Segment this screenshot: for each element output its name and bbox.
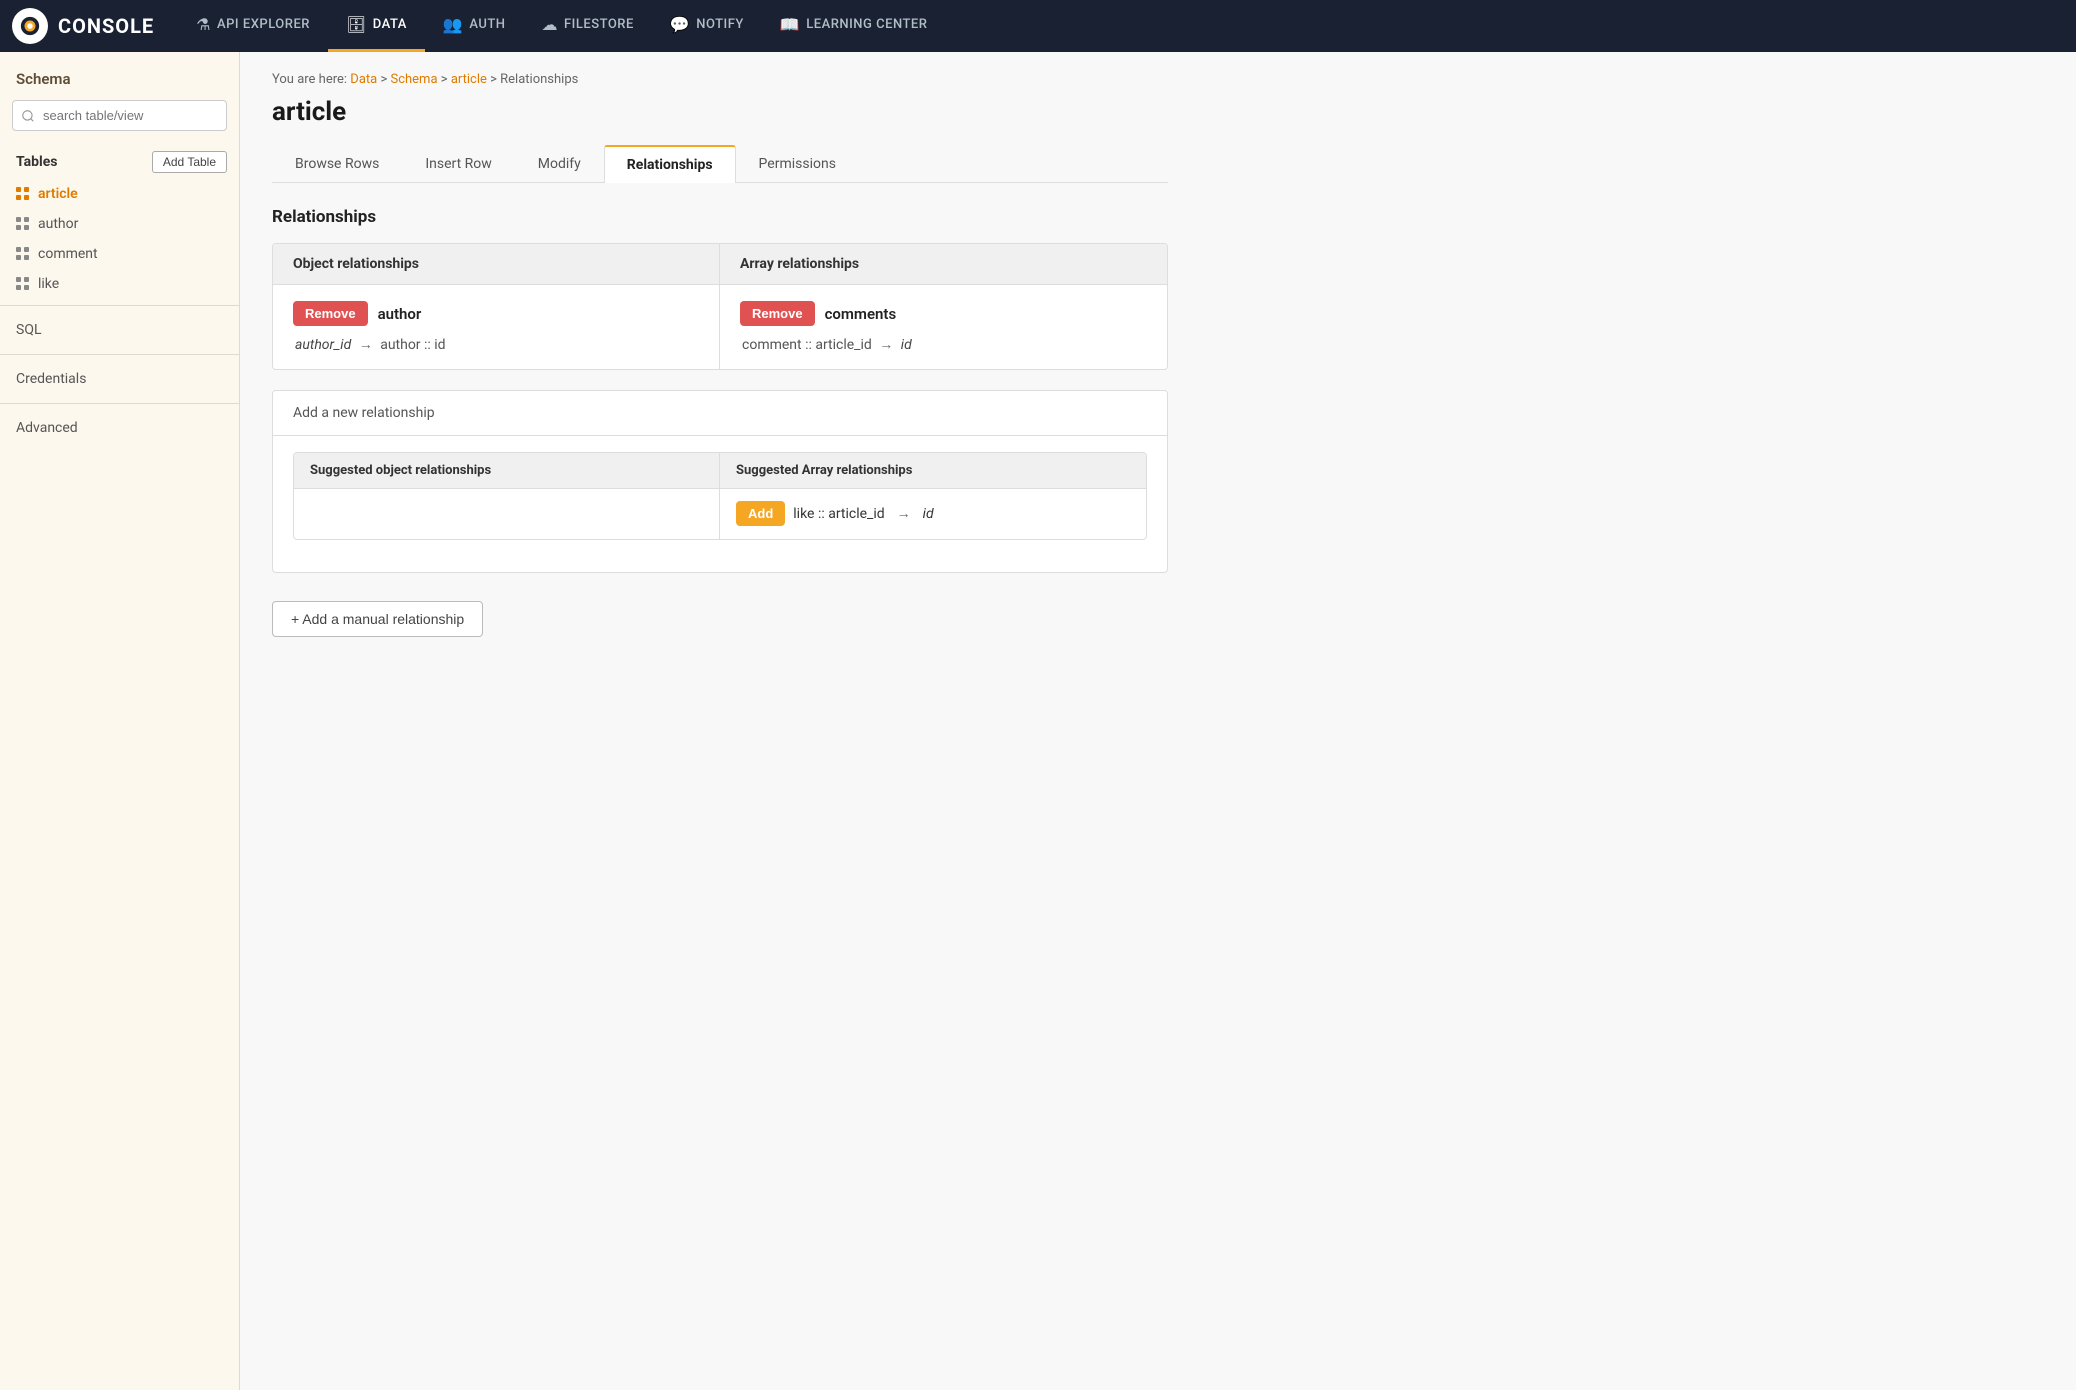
sidebar-divider-1 [0, 305, 239, 306]
breadcrumb-current: Relationships [500, 72, 578, 87]
sidebar-item-article[interactable]: article [0, 179, 239, 209]
nav-filestore[interactable]: ☁ FILESTORE [524, 0, 652, 52]
breadcrumb-schema[interactable]: Schema [390, 72, 437, 87]
relationships-section-title: Relationships [272, 207, 1168, 227]
topnav: CONSOLE ⚗ API EXPLORER 🗄 DATA 👥 AUTH ☁ F… [0, 0, 2076, 52]
learning-center-icon: 📖 [780, 15, 800, 34]
suggested-table-header: Suggested object relationships Suggested… [294, 453, 1146, 489]
object-rel-row-author: Remove author [293, 301, 699, 326]
array-rel-body: Remove comments comment :: article_id → … [720, 285, 1167, 369]
nav-data[interactable]: 🗄 DATA [328, 0, 425, 52]
add-manual-relationship-button[interactable]: + Add a manual relationship [272, 601, 483, 637]
array-rel-name-comments: comments [825, 305, 897, 323]
tab-relationships[interactable]: Relationships [604, 145, 736, 183]
topnav-items: ⚗ API EXPLORER 🗄 DATA 👥 AUTH ☁ FILESTORE… [178, 0, 945, 52]
api-explorer-icon: ⚗ [196, 15, 211, 34]
rel-table-header: Object relationships Array relationships [273, 244, 1167, 285]
relationships-table: Object relationships Array relationships… [272, 243, 1168, 370]
object-rel-name-author: author [378, 305, 422, 323]
rel-table-body: Remove author author_id → author :: id R… [273, 285, 1167, 369]
data-icon: 🗄 [346, 15, 367, 34]
logo-text: CONSOLE [58, 14, 154, 38]
suggested-object-header: Suggested object relationships [294, 453, 720, 489]
sidebar: Schema Tables Add Table article author c… [0, 52, 240, 1390]
tab-modify[interactable]: Modify [515, 145, 604, 183]
suggested-array-header: Suggested Array relationships [720, 453, 1146, 489]
main-content: You are here: Data > Schema > article > … [240, 52, 2076, 1390]
breadcrumb-article[interactable]: article [451, 72, 487, 87]
sidebar-item-advanced[interactable]: Advanced [0, 410, 239, 446]
suggested-array-body: Add like :: article_id → id [720, 489, 1146, 539]
sidebar-divider-2 [0, 354, 239, 355]
tab-browse-rows[interactable]: Browse Rows [272, 145, 402, 183]
grid-icon-article [16, 187, 30, 201]
add-like-button[interactable]: Add [736, 501, 785, 526]
nav-auth[interactable]: 👥 AUTH [425, 0, 524, 52]
suggested-array-from: like :: article_id [793, 506, 884, 522]
object-rel-body: Remove author author_id → author :: id [273, 285, 720, 369]
array-rel-from: comment :: article_id [742, 337, 872, 353]
grid-icon-like [16, 277, 30, 291]
search-container [12, 100, 227, 131]
sidebar-item-like[interactable]: like [0, 269, 239, 299]
sidebar-item-comment[interactable]: comment [0, 239, 239, 269]
nav-notify[interactable]: 💬 NOTIFY [652, 0, 762, 52]
suggested-object-body [294, 489, 720, 539]
main-inner: You are here: Data > Schema > article > … [240, 52, 1200, 657]
add-relationship-box: Add a new relationship Suggested object … [272, 390, 1168, 573]
logo[interactable]: CONSOLE [12, 8, 154, 44]
object-rel-from-italic: author_id [295, 337, 351, 353]
object-rel-mapping-author: author_id → author :: id [293, 336, 699, 353]
page-title: article [272, 97, 1168, 127]
array-rel-row-comments: Remove comments [740, 301, 1147, 326]
sidebar-item-author[interactable]: author [0, 209, 239, 239]
notify-icon: 💬 [670, 15, 690, 34]
schema-header: Schema [0, 52, 239, 100]
suggested-table: Suggested object relationships Suggested… [293, 452, 1147, 540]
breadcrumb-prefix: You are here: [272, 72, 350, 87]
array-col-header: Array relationships [720, 244, 1167, 285]
logo-icon [12, 8, 48, 44]
sidebar-item-credentials[interactable]: Credentials [0, 361, 239, 397]
tables-header: Tables Add Table [0, 143, 239, 179]
sidebar-divider-3 [0, 403, 239, 404]
add-rel-header: Add a new relationship [273, 391, 1167, 436]
search-input[interactable] [12, 100, 227, 131]
filestore-icon: ☁ [542, 15, 559, 34]
array-rel-to-italic: id [901, 337, 912, 353]
sidebar-item-sql[interactable]: SQL [0, 312, 239, 348]
layout: Schema Tables Add Table article author c… [0, 52, 2076, 1390]
grid-icon-comment [16, 247, 30, 261]
add-table-button[interactable]: Add Table [152, 151, 227, 173]
array-rel-mapping-comments: comment :: article_id → id [740, 336, 1147, 353]
nav-api-explorer[interactable]: ⚗ API EXPLORER [178, 0, 328, 52]
tabs: Browse Rows Insert Row Modify Relationsh… [272, 145, 1168, 183]
auth-icon: 👥 [443, 15, 463, 34]
breadcrumb-data[interactable]: Data [350, 72, 377, 87]
tab-permissions[interactable]: Permissions [736, 145, 859, 183]
breadcrumb: You are here: Data > Schema > article > … [272, 72, 1168, 87]
remove-comments-button[interactable]: Remove [740, 301, 815, 326]
object-rel-to: author :: id [380, 337, 445, 353]
suggested-table-body: Add like :: article_id → id [294, 489, 1146, 539]
tab-insert-row[interactable]: Insert Row [402, 145, 514, 183]
nav-learning-center[interactable]: 📖 LEARNING CENTER [762, 0, 946, 52]
object-col-header: Object relationships [273, 244, 720, 285]
tables-label: Tables [16, 154, 57, 170]
grid-icon-author [16, 217, 30, 231]
remove-author-button[interactable]: Remove [293, 301, 368, 326]
suggested-array-to-italic: id [923, 506, 934, 522]
suggested-array-row-like: Add like :: article_id → id [736, 501, 1130, 526]
